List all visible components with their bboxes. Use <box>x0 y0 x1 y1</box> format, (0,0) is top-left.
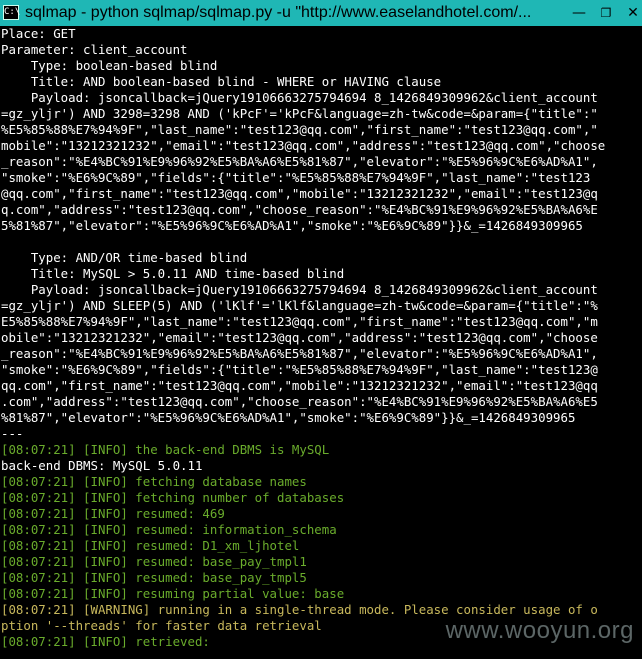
console-line: E5%85%88%E7%94%9F","last_name":"test123@… <box>1 314 598 329</box>
console-line: 5%81%87","elevator":"%E5%96%9C%E6%AD%A1"… <box>1 218 583 233</box>
console-line: [08:07:21] [INFO] fetching database name… <box>1 474 307 489</box>
console-line: mobile":"13212321232","email":"test123@q… <box>1 138 606 153</box>
minimize-icon[interactable]: — <box>566 0 592 26</box>
console-line: %E5%85%88%E7%94%9F","last_name":"test123… <box>1 122 598 137</box>
watermark: www.wooyun.org <box>445 617 634 644</box>
console-line: [08:07:21] [INFO] resumed: 469 <box>1 506 225 521</box>
console-line: "smoke":"%E6%9C%89","fields":{"title":"%… <box>1 170 591 185</box>
console-line: _reason":"%E4%BC%91%E9%96%92%E5%BA%A6%E5… <box>1 154 598 169</box>
title-bar[interactable]: C:\ sqlmap - python sqlmap/sqlmap.py -u … <box>0 0 642 26</box>
window-title: sqlmap - python sqlmap/sqlmap.py -u "htt… <box>25 4 532 21</box>
console-line: %81%87","elevator":"%E5%96%9C%E6%AD%A1",… <box>1 410 576 425</box>
console-line: Payload: jsoncallback=jQuery191066632757… <box>1 90 598 105</box>
console-line: Place: GET <box>1 26 76 41</box>
console-line: .com","address":"test123@qq.com","choose… <box>1 394 598 409</box>
console-line: =gz_yljr') AND SLEEP(5) AND ('lKlf'='lKl… <box>1 298 598 313</box>
console-line: Type: AND/OR time-based blind <box>1 250 248 265</box>
console-line: Title: MySQL > 5.0.11 AND time-based bli… <box>1 266 345 281</box>
console-line: [08:07:21] [WARNING] running in a single… <box>1 602 598 617</box>
console-line: [08:07:21] [INFO] the back-end DBMS is M… <box>1 442 330 457</box>
console-line: _reason":"%E4%BC%91%E9%96%92%E5%BA%A6%E5… <box>1 346 598 361</box>
console-line: "smoke":"%E6%9C%89","fields":{"title":"%… <box>1 362 598 377</box>
console-line: [08:07:21] [INFO] resuming partial value… <box>1 586 345 601</box>
console-line: --- <box>1 426 24 441</box>
console-line: [08:07:21] [INFO] fetching number of dat… <box>1 490 345 505</box>
console-line: =gz_yljr') AND 3298=3298 AND ('kPcF'='kP… <box>1 106 598 121</box>
console-line: qq.com","first_name":"test123@qq.com","m… <box>1 378 598 393</box>
console-line: @qq.com","first_name":"test123@qq.com","… <box>1 186 598 201</box>
close-icon[interactable]: ✕ <box>620 0 642 26</box>
console-line: Payload: jsoncallback=jQuery191066632757… <box>1 282 598 297</box>
console-line: q.com","address":"test123@qq.com","choos… <box>1 202 598 217</box>
console-line: [08:07:21] [INFO] resumed: base_pay_tmpl… <box>1 570 307 585</box>
console-line: Type: boolean-based blind <box>1 58 218 73</box>
console-icon[interactable]: C:\ <box>3 5 20 20</box>
console-line: [08:07:21] [INFO] resumed: information_s… <box>1 522 337 537</box>
console-line: [08:07:21] [INFO] resumed: base_pay_tmpl… <box>1 554 307 569</box>
console-output[interactable]: Place: GET Parameter: client_account Type… <box>0 26 642 659</box>
console-window: C:\ sqlmap - python sqlmap/sqlmap.py -u … <box>0 0 642 659</box>
console-line: back-end DBMS: MySQL 5.0.11 <box>1 458 203 473</box>
console-line: [08:07:21] [INFO] resumed: D1_xm_ljhotel <box>1 538 300 553</box>
console-line: Parameter: client_account <box>1 42 188 57</box>
maximize-icon[interactable]: ❐ <box>593 0 619 26</box>
console-line: Title: AND boolean-based blind - WHERE o… <box>1 74 442 89</box>
console-line: obile":"13212321232","email":"test123@qq… <box>1 330 598 345</box>
